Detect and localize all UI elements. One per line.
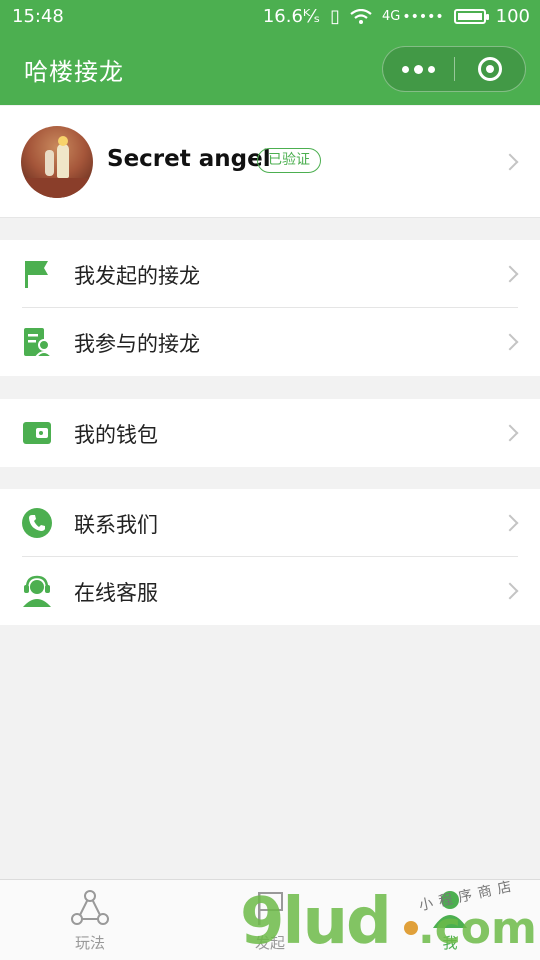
share-icon <box>71 890 109 925</box>
network-speed: 16.6ᴷ⁄ₛ <box>262 6 321 27</box>
chevron-right-icon <box>501 265 519 283</box>
menu-item-started[interactable]: 我发起的接龙 <box>0 240 540 308</box>
wifi-icon <box>350 8 372 24</box>
chevron-right-icon <box>501 153 519 171</box>
vibrate-icon: ▯ <box>330 6 340 27</box>
chevron-right-icon <box>501 582 519 600</box>
document-user-icon <box>24 328 52 358</box>
chevron-right-icon <box>501 424 519 442</box>
phone-icon <box>22 508 52 538</box>
status-bar: 15:48 16.6ᴷ⁄ₛ ▯ 4G ••••• 100 <box>0 0 540 34</box>
menu-item-label: 我的钱包 <box>74 423 158 447</box>
carrier-dots: ••••• <box>402 8 444 25</box>
headset-icon <box>23 575 51 607</box>
top-bar: 15:48 16.6ᴷ⁄ₛ ▯ 4G ••••• 100 哈楼接龙 <box>0 0 540 105</box>
user-name: Secret angel <box>107 146 271 172</box>
status-right: 16.6ᴷ⁄ₛ ▯ 4G ••••• 100 <box>263 6 530 27</box>
menu-item-wallet[interactable]: 我的钱包 <box>0 399 540 467</box>
mini-program-capsule <box>382 46 526 92</box>
menu-item-customer-service[interactable]: 在线客服 <box>0 557 540 625</box>
verified-badge: 已验证 <box>257 148 321 173</box>
menu-item-label: 联系我们 <box>74 513 158 537</box>
tab-start[interactable]: 发起 <box>210 880 330 960</box>
menu-item-label: 我参与的接龙 <box>74 332 200 356</box>
battery-level: 100 <box>495 6 530 27</box>
avatar <box>21 126 93 198</box>
menu-item-label: 我发起的接龙 <box>74 264 200 288</box>
status-time: 15:48 <box>12 6 64 27</box>
tab-bar: 玩法 发起 我 <box>0 879 540 960</box>
menu-group-activities: 我发起的接龙 我参与的接龙 <box>0 240 540 376</box>
battery-icon <box>453 9 489 24</box>
tab-label: 我 <box>442 934 458 952</box>
target-close-icon[interactable] <box>455 46 525 92</box>
tab-me[interactable]: 我 <box>390 880 510 960</box>
user-icon <box>433 891 467 928</box>
menu-item-label: 在线客服 <box>74 581 158 605</box>
more-dots-icon[interactable] <box>383 46 454 92</box>
flag-icon <box>258 892 283 925</box>
tab-play[interactable]: 玩法 <box>30 880 150 960</box>
menu-item-joined[interactable]: 我参与的接龙 <box>0 308 540 376</box>
menu-group-support: 联系我们 在线客服 <box>0 489 540 625</box>
flag-icon <box>25 261 48 288</box>
tab-label: 发起 <box>254 934 285 952</box>
profile-card[interactable]: Secret angel 已验证 <box>0 106 540 218</box>
tab-label: 玩法 <box>74 934 105 952</box>
menu-group-wallet: 我的钱包 <box>0 399 540 467</box>
page-title: 哈楼接龙 <box>24 58 124 86</box>
menu-item-contact[interactable]: 联系我们 <box>0 489 540 557</box>
wallet-icon <box>23 422 51 444</box>
network-type: 4G <box>381 9 401 24</box>
chevron-right-icon <box>501 333 519 351</box>
chevron-right-icon <box>501 514 519 532</box>
